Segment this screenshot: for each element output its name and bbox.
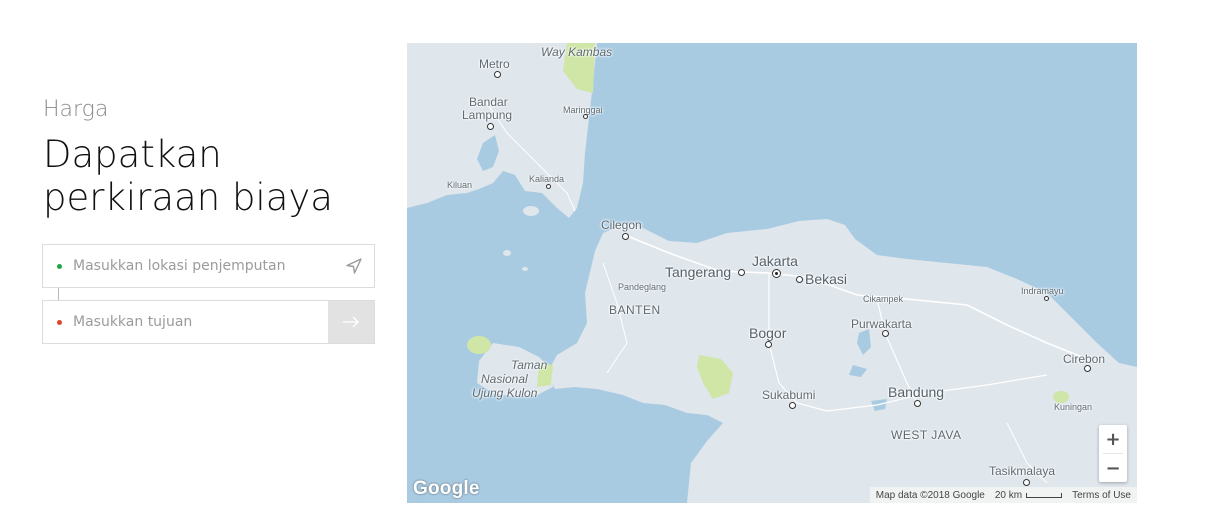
city-marker-cirebon: [1084, 365, 1091, 372]
city-marker-sukabumi: [789, 402, 796, 409]
terms-of-use-link[interactable]: Terms of Use: [1072, 490, 1131, 501]
zoom-out-button[interactable]: −: [1099, 454, 1127, 482]
label-west-java: WEST JAVA: [891, 428, 962, 442]
label-cikampek: Cikampek: [863, 294, 904, 304]
city-marker-tangerang: [738, 269, 745, 276]
label-lampung: Lampung: [462, 108, 513, 122]
submit-button[interactable]: [328, 301, 374, 343]
label-way-kambas: Way Kambas: [541, 45, 613, 59]
city-marker-maringgai: [583, 114, 588, 119]
google-logo[interactable]: Google: [413, 478, 480, 500]
label-tangerang: Tangerang: [665, 264, 732, 280]
zoom-control: + −: [1099, 425, 1127, 482]
capital-marker-jakarta: [772, 269, 781, 278]
label-bandar: Bandar: [469, 95, 508, 109]
city-marker-tasikmalaya: [1023, 479, 1030, 486]
city-marker-indramayu: [1044, 296, 1049, 301]
label-maringgai: Maringgai: [563, 105, 603, 115]
label-pandeglang: Pandeglang: [618, 282, 667, 292]
scale-bar: [1026, 492, 1063, 498]
price-eyebrow: Harga: [43, 97, 109, 122]
map-attribution-bar: Map data ©2018 Google 20 km Terms of Use: [869, 487, 1137, 503]
map-data-attribution[interactable]: Map data ©2018 Google: [876, 490, 985, 501]
city-marker-bandung: [914, 400, 921, 407]
page-title: Dapatkan perkiraan biaya: [43, 133, 373, 219]
destination-input[interactable]: [73, 301, 333, 343]
zoom-in-button[interactable]: +: [1099, 425, 1127, 453]
label-jakarta: Jakarta: [752, 253, 798, 269]
map-scale[interactable]: 20 km: [994, 489, 1063, 501]
label-purwakarta: Purwakarta: [851, 317, 912, 331]
label-cirebon: Cirebon: [1063, 352, 1106, 366]
label-banten: BANTEN: [609, 303, 661, 317]
city-marker-bandar-lampung: [487, 123, 494, 130]
label-metro: Metro: [479, 57, 510, 71]
label-bogor: Bogor: [749, 325, 787, 341]
destination-dot-icon: [57, 320, 62, 325]
label-sukabumi: Sukabumi: [762, 388, 816, 402]
label-cilegon: Cilegon: [601, 218, 642, 232]
map-view[interactable]: Way Kambas Metro Bandar Lampung Maringga…: [407, 43, 1137, 503]
label-ujung-kulon: Ujung Kulon: [472, 386, 538, 400]
label-kuningan: Kuningan: [1054, 402, 1093, 412]
pickup-field: [42, 244, 375, 288]
city-marker-bogor: [765, 341, 772, 348]
city-marker-kalianda: [546, 184, 551, 189]
navigation-arrow-icon[interactable]: [344, 256, 364, 276]
city-marker-purwakarta: [882, 330, 889, 337]
city-marker-metro: [494, 71, 501, 78]
label-kalianda: Kalianda: [529, 174, 565, 184]
label-bekasi: Bekasi: [805, 271, 848, 287]
city-marker-bekasi: [796, 276, 803, 283]
pickup-input[interactable]: [73, 245, 333, 287]
title-line-2: perkiraan biaya: [43, 176, 333, 219]
destination-field: [42, 300, 375, 344]
arrow-right-icon: [343, 316, 359, 328]
label-tasikmalaya: Tasikmalaya: [989, 464, 1056, 478]
pickup-dot-icon: [57, 264, 62, 269]
label-taman: Taman: [511, 358, 548, 372]
label-indramayu: Indramayu: [1021, 286, 1064, 296]
scale-label: 20 km: [994, 489, 1023, 501]
label-nasional: Nasional: [481, 372, 528, 386]
label-kiluan: Kiluan: [447, 180, 473, 190]
title-line-1: Dapatkan: [43, 133, 222, 176]
city-marker-cilegon: [622, 233, 629, 240]
label-bandung: Bandung: [888, 384, 945, 400]
